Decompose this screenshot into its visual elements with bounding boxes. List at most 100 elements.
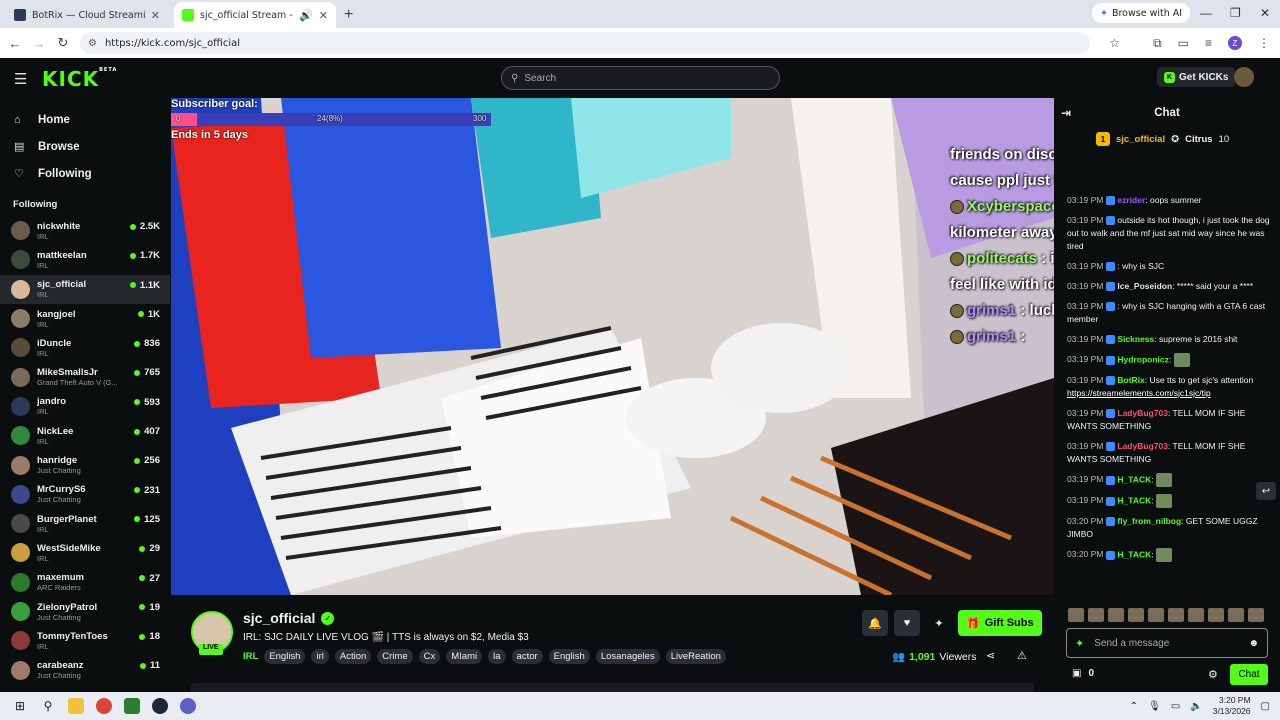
sidebar-channel-hanridge[interactable]: hanridge Just Chatting 256 xyxy=(0,450,170,479)
chat-message[interactable]: 03:20 PM H_TACK: xyxy=(1067,548,1275,562)
emote[interactable] xyxy=(1128,608,1144,622)
profile-avatar[interactable]: Z xyxy=(1228,36,1242,50)
stream-tag[interactable]: actor xyxy=(511,649,543,664)
user-avatar[interactable] xyxy=(1234,67,1254,87)
message-username[interactable]: LadyBug703 xyxy=(1117,441,1168,451)
message-username[interactable]: Hydroponicz xyxy=(1117,354,1168,364)
chat-message[interactable]: 03:19 PM: why is SJC hanging with a GTA … xyxy=(1067,300,1275,326)
emote[interactable] xyxy=(1208,608,1224,622)
message-username[interactable]: H_TACK xyxy=(1117,474,1151,484)
gift-subs-button[interactable]: 🎁 Gift Subs xyxy=(958,610,1042,636)
video-player[interactable]: Subscriber goal: 0 24(8%) 300 Ends in 5 … xyxy=(171,98,1054,595)
sidebar-nav-following[interactable]: ♡ Following xyxy=(0,160,170,187)
chat-message[interactable]: 03:19 PM H_TACK: xyxy=(1067,494,1275,508)
scroll-to-bottom-button[interactable]: ↩ xyxy=(1256,482,1276,500)
close-tab-icon[interactable]: ✕ xyxy=(319,9,328,22)
new-tab-icon[interactable]: + xyxy=(344,6,353,24)
chat-message[interactable]: 03:19 PM LadyBug703: TELL MOM IF SHE WANT… xyxy=(1067,407,1275,433)
chat-message[interactable]: 03:19 PM H_TACK: xyxy=(1067,473,1275,487)
volume-icon[interactable]: 🔈 xyxy=(1190,701,1202,712)
notifications-icon[interactable]: ▢ xyxy=(1261,701,1270,712)
emoji-picker-icon[interactable]: ☻ xyxy=(1248,638,1259,649)
emote[interactable] xyxy=(1248,608,1264,622)
search-input[interactable]: ⚲ Search xyxy=(501,66,780,90)
chat-message[interactable]: 03:19 PM LadyBug703: TELL MOM IF SHE WANT… xyxy=(1067,440,1275,466)
store-icon[interactable] xyxy=(124,698,140,714)
message-link[interactable]: https://streamelements.com/sjc1sjc/tip xyxy=(1067,388,1211,398)
channel-points[interactable]: ▣ 0 xyxy=(1072,668,1094,679)
sidebar-channel-jandro[interactable]: jandro IRL 593 xyxy=(0,392,170,421)
stream-tag[interactable]: Crime xyxy=(377,649,413,664)
sidebar-channel-maxemum[interactable]: maxemum ARC Raiders 27 xyxy=(0,568,170,597)
steam-icon[interactable] xyxy=(152,698,168,714)
search-icon[interactable]: ⚲ xyxy=(40,698,56,714)
network-icon[interactable]: ▭ xyxy=(1171,701,1180,712)
extensions-icon[interactable]: ⧉ xyxy=(1153,36,1162,51)
bookmark-star-icon[interactable]: ☆ xyxy=(1109,36,1120,50)
restore-icon[interactable]: ❐ xyxy=(1230,6,1241,20)
stream-tag[interactable]: irl xyxy=(311,649,329,664)
chat-leaderboard[interactable]: 1 sjc_official ✪ Citrus 10 xyxy=(1054,128,1280,150)
chat-message[interactable]: 03:19 PM outside its hot though, i just t… xyxy=(1067,214,1275,253)
chat-message[interactable]: 03:19 PM ezrider: oops summer xyxy=(1067,194,1275,207)
sidebar-channel-carabeanz[interactable]: carabeanz Just Chatting 11 xyxy=(0,655,170,684)
url-field[interactable]: ⚙ https://kick.com/sjc_official ☆ xyxy=(80,32,1120,54)
sidebar-channel-burgerplanet[interactable]: BurgerPlanet IRL 125 xyxy=(0,509,170,538)
audio-icon[interactable]: 🔊 xyxy=(299,9,313,22)
stream-tag[interactable]: la xyxy=(488,649,506,664)
stream-tag[interactable]: LiveReation xyxy=(665,649,726,664)
sidebar-channel-mrcurrys6[interactable]: MrCurryS6 Just Chatting 231 xyxy=(0,480,170,509)
media-controls-icon[interactable]: ≡ xyxy=(1205,36,1212,50)
emote[interactable] xyxy=(1108,608,1124,622)
sidebar-channel-iduncle[interactable]: iDuncle IRL 836 xyxy=(0,333,170,362)
emote[interactable] xyxy=(1228,608,1244,622)
sidebar-nav-home[interactable]: ⌂ Home xyxy=(0,106,170,133)
forward-icon[interactable]: → xyxy=(27,36,51,51)
file-explorer-icon[interactable] xyxy=(68,698,84,714)
sidebar-channel-kangjoel[interactable]: kangjoel IRL 1K xyxy=(0,304,170,333)
emote[interactable] xyxy=(1088,608,1104,622)
report-icon[interactable]: ⚠ xyxy=(1017,649,1027,662)
chat-message[interactable]: 03:19 PM BotRix: Use tts to get sjc's att… xyxy=(1067,374,1275,400)
sidebar-channel-zielonypatrol[interactable]: ZielonyPatrol Just Chatting 19 xyxy=(0,597,170,626)
microphone-icon[interactable]: 🎙 xyxy=(1148,701,1161,712)
message-username[interactable]: H_TACK xyxy=(1117,495,1151,505)
send-chat-button[interactable]: Chat xyxy=(1230,664,1268,685)
windows-start-icon[interactable]: ⊞ xyxy=(12,698,28,714)
get-kicks-button[interactable]: K Get KICKs xyxy=(1157,67,1236,87)
browser-tab-botrix[interactable]: BotRix — Cloud Streaming Bot ✕ xyxy=(6,2,168,28)
back-icon[interactable]: ← xyxy=(3,36,27,51)
emote[interactable] xyxy=(1168,608,1184,622)
app-icon[interactable] xyxy=(180,698,196,714)
cast-icon[interactable]: ▭ xyxy=(1178,36,1189,50)
chat-message[interactable]: 03:19 PM Sickness: supreme is 2016 shit xyxy=(1067,333,1275,346)
chrome-icon[interactable] xyxy=(96,698,112,714)
browse-with-ai-button[interactable]: ✦ Browse with AI xyxy=(1092,3,1191,23)
stream-tag[interactable]: Losanageles xyxy=(595,649,660,664)
browser-tab-kick[interactable]: sjc_official Stream - Watch Live 🔊 ✕ xyxy=(174,2,336,28)
message-username[interactable]: fly_from_nilbog xyxy=(1117,516,1181,526)
menu-icon[interactable]: ☰ xyxy=(14,70,27,88)
emote[interactable] xyxy=(1188,608,1204,622)
stream-tag[interactable]: English xyxy=(264,649,306,664)
message-username[interactable]: ezrider xyxy=(1117,195,1145,205)
chat-message-input[interactable]: ✦ Send a message ☻ xyxy=(1066,628,1268,658)
reload-icon[interactable]: ↻ xyxy=(51,35,75,51)
stream-tag[interactable]: Cx xyxy=(418,649,441,664)
sidebar-channel-nicklee[interactable]: NickLee IRL 407 xyxy=(0,421,170,450)
sidebar-channel-westsidemike[interactable]: WestSideMike IRL 29 xyxy=(0,538,170,567)
message-username[interactable]: LadyBug703 xyxy=(1117,408,1168,418)
follow-button[interactable]: ♥ xyxy=(894,610,920,636)
boost-button[interactable]: ✦ xyxy=(926,610,952,636)
kick-logo[interactable]: KICKBETA xyxy=(42,67,117,91)
message-username[interactable]: H_TACK xyxy=(1117,549,1151,559)
minimize-icon[interactable]: — xyxy=(1200,6,1212,20)
notification-bell-button[interactable]: 🔔 xyxy=(862,610,888,636)
message-username[interactable]: BotRix xyxy=(1117,375,1144,385)
chat-settings-icon[interactable]: ⚙ xyxy=(1208,668,1218,681)
site-info-icon[interactable]: ⚙ xyxy=(88,38,97,49)
chat-message[interactable]: 03:19 PM Hydroponicz: xyxy=(1067,353,1275,367)
stream-tag[interactable]: MIami xyxy=(446,649,483,664)
tray-chevron-icon[interactable]: ⌃ xyxy=(1130,701,1138,712)
emote[interactable] xyxy=(1148,608,1164,622)
